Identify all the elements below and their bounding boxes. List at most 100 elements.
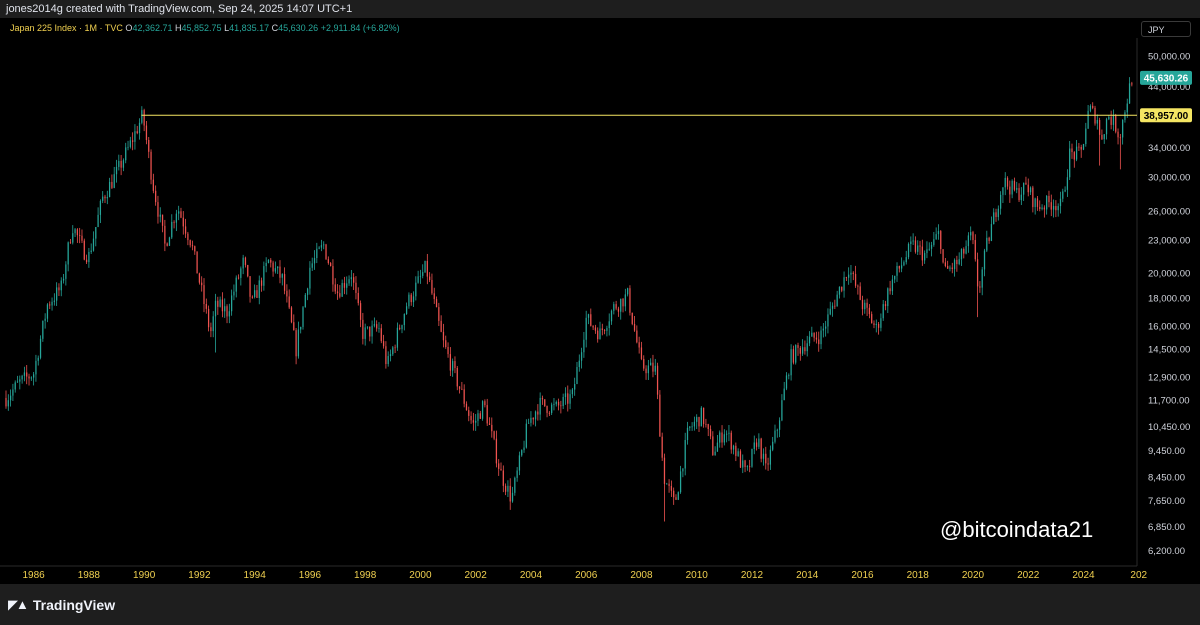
candle-body[interactable] <box>214 300 217 317</box>
candle-body[interactable] <box>341 283 343 297</box>
candle-body[interactable] <box>610 310 613 322</box>
candle-body[interactable] <box>917 245 919 252</box>
candle-body[interactable] <box>822 328 824 331</box>
candle-body[interactable] <box>120 160 122 168</box>
candle-body[interactable] <box>656 365 659 395</box>
candle-body[interactable] <box>1103 134 1105 140</box>
candle-body[interactable] <box>898 266 900 269</box>
candle-body[interactable] <box>537 411 539 415</box>
candle-body[interactable] <box>728 432 730 434</box>
candle-body[interactable] <box>134 131 136 142</box>
candle-body[interactable] <box>39 338 42 358</box>
candle-body[interactable] <box>371 325 373 337</box>
candle-body[interactable] <box>355 282 357 293</box>
candle-body[interactable] <box>159 214 161 217</box>
candle-body[interactable] <box>1110 116 1112 125</box>
candle-body[interactable] <box>873 323 875 325</box>
candle-body[interactable] <box>1039 206 1041 209</box>
candle-body[interactable] <box>247 264 249 277</box>
candle-body[interactable] <box>60 280 62 291</box>
candle-body[interactable] <box>353 277 355 283</box>
candle-body[interactable] <box>118 160 120 167</box>
candle-body[interactable] <box>429 276 431 280</box>
candle-body[interactable] <box>99 200 102 215</box>
candle-body[interactable] <box>125 147 127 161</box>
candle-body[interactable] <box>730 432 732 450</box>
candle-body[interactable] <box>21 375 23 380</box>
candle-body[interactable] <box>385 346 387 364</box>
candle-body[interactable] <box>465 403 468 411</box>
candle-body[interactable] <box>792 349 795 363</box>
candle-body[interactable] <box>1043 207 1045 210</box>
candle-body[interactable] <box>509 485 511 502</box>
candle-body[interactable] <box>677 492 679 500</box>
candle-body[interactable] <box>16 381 19 383</box>
candle-body[interactable] <box>707 424 709 430</box>
candle-body[interactable] <box>1062 191 1064 199</box>
candle-body[interactable] <box>887 288 889 307</box>
candle-body[interactable] <box>518 455 521 471</box>
candle-body[interactable] <box>254 290 256 297</box>
candle-body[interactable] <box>136 131 138 134</box>
candle-body[interactable] <box>336 291 339 294</box>
candle-body[interactable] <box>182 217 184 227</box>
candle-body[interactable] <box>921 246 923 261</box>
candle-body[interactable] <box>528 422 530 424</box>
candle-body[interactable] <box>808 336 811 344</box>
candle-body[interactable] <box>949 267 951 269</box>
candle-body[interactable] <box>645 368 647 374</box>
candle-body[interactable] <box>456 367 458 387</box>
candle-body[interactable] <box>396 327 399 348</box>
candle-body[interactable] <box>951 267 953 269</box>
candle-body[interactable] <box>705 423 707 425</box>
candle-body[interactable] <box>12 389 14 396</box>
candle-body[interactable] <box>210 327 212 332</box>
candle-body[interactable] <box>293 322 295 331</box>
candle-body[interactable] <box>686 427 689 441</box>
candle-body[interactable] <box>631 312 633 324</box>
candle-body[interactable] <box>650 362 652 366</box>
candle-body[interactable] <box>249 276 251 297</box>
currency-button[interactable]: JPY <box>1141 21 1191 37</box>
candle-body[interactable] <box>403 314 405 326</box>
candle-body[interactable] <box>599 328 601 340</box>
candle-body[interactable] <box>574 384 576 390</box>
candle-body[interactable] <box>521 450 523 456</box>
candle-body[interactable] <box>283 274 286 291</box>
candle-body[interactable] <box>1066 177 1069 190</box>
candle-body[interactable] <box>131 140 134 142</box>
candle-body[interactable] <box>804 347 806 352</box>
candle-body[interactable] <box>108 181 111 198</box>
candle-body[interactable] <box>491 424 493 432</box>
candle-body[interactable] <box>468 410 470 416</box>
candle-body[interactable] <box>217 300 219 307</box>
candle-body[interactable] <box>452 361 454 371</box>
candle-body[interactable] <box>180 211 182 218</box>
candle-body[interactable] <box>286 290 288 297</box>
candle-body[interactable] <box>751 448 753 467</box>
candle-body[interactable] <box>141 110 143 123</box>
candle-body[interactable] <box>1128 83 1131 104</box>
candle-body[interactable] <box>477 413 479 421</box>
candle-body[interactable] <box>203 285 205 305</box>
candle-body[interactable] <box>1069 148 1071 178</box>
candle-body[interactable] <box>972 232 974 241</box>
candle-body[interactable] <box>788 375 790 377</box>
candle-body[interactable] <box>207 308 210 328</box>
candle-body[interactable] <box>463 389 465 404</box>
candle-body[interactable] <box>995 212 997 217</box>
candle-body[interactable] <box>1108 116 1110 120</box>
candle-body[interactable] <box>127 146 129 148</box>
candle-body[interactable] <box>92 238 95 251</box>
candle-body[interactable] <box>447 347 449 355</box>
candle-body[interactable] <box>836 294 838 307</box>
candle-body[interactable] <box>1057 206 1059 211</box>
candle-body[interactable] <box>905 257 907 263</box>
candle-body[interactable] <box>228 311 230 317</box>
candle-body[interactable] <box>387 356 389 364</box>
candle-body[interactable] <box>343 283 346 288</box>
candle-body[interactable] <box>1055 206 1057 211</box>
candle-body[interactable] <box>138 122 141 134</box>
candle-body[interactable] <box>712 436 714 456</box>
candle-body[interactable] <box>72 233 74 243</box>
